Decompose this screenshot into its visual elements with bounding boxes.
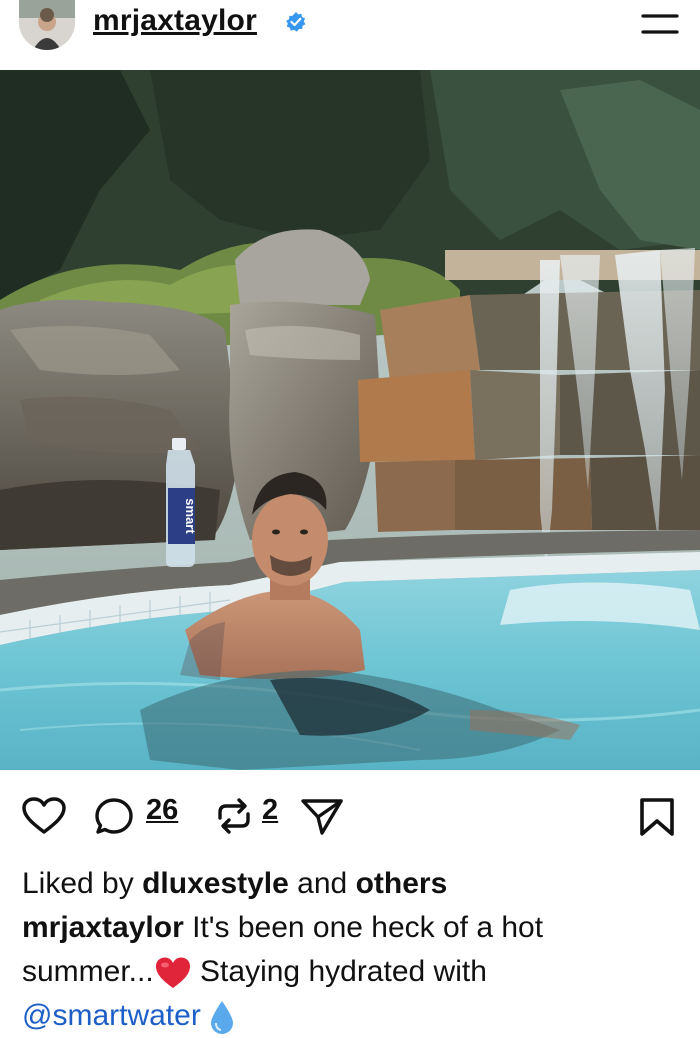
droplet-emoji-icon (211, 1001, 234, 1035)
caption-line-3: @smartwater (22, 994, 682, 1038)
bottle-label: smart (183, 498, 198, 534)
post-image[interactable]: smart (0, 70, 700, 770)
liked-by-others-link[interactable]: others (356, 867, 448, 900)
post-caption: Liked by dluxestyle and others mrjaxtayl… (22, 862, 682, 1038)
action-bar: 26 2 (0, 770, 700, 860)
caption-username-link[interactable]: mrjaxtaylor (22, 911, 184, 944)
liked-by-user-link[interactable]: dluxestyle (142, 867, 289, 900)
caption-line-2: summer... Staying hydrated with (22, 950, 682, 994)
share-icon[interactable] (300, 797, 344, 837)
comment-icon[interactable] (94, 797, 134, 837)
reposts-count[interactable]: 2 (262, 794, 278, 827)
repost-icon[interactable] (214, 796, 254, 836)
liked-by-and: and (297, 867, 348, 900)
liked-by-prefix: Liked by (22, 867, 134, 900)
comments-count[interactable]: 26 (146, 794, 178, 827)
heart-icon[interactable] (22, 797, 66, 835)
avatar[interactable] (19, 0, 75, 50)
post-header: mrjaxtaylor (0, 0, 700, 70)
menu-icon[interactable] (641, 12, 679, 36)
caption-line-1: mrjaxtaylor It's been one heck of a hot (22, 906, 682, 950)
red-heart-emoji-icon (155, 957, 190, 989)
bookmark-icon[interactable] (638, 797, 676, 837)
caption-text-2b: Staying hydrated with (200, 955, 487, 988)
caption-text-2a: summer... (22, 955, 154, 988)
caption-text-1: It's been one heck of a hot (192, 911, 544, 944)
mention-link[interactable]: @smartwater (22, 999, 201, 1032)
liked-by-line: Liked by dluxestyle and others (22, 862, 682, 906)
verified-badge-icon (286, 12, 306, 32)
username-link[interactable]: mrjaxtaylor (93, 4, 257, 38)
